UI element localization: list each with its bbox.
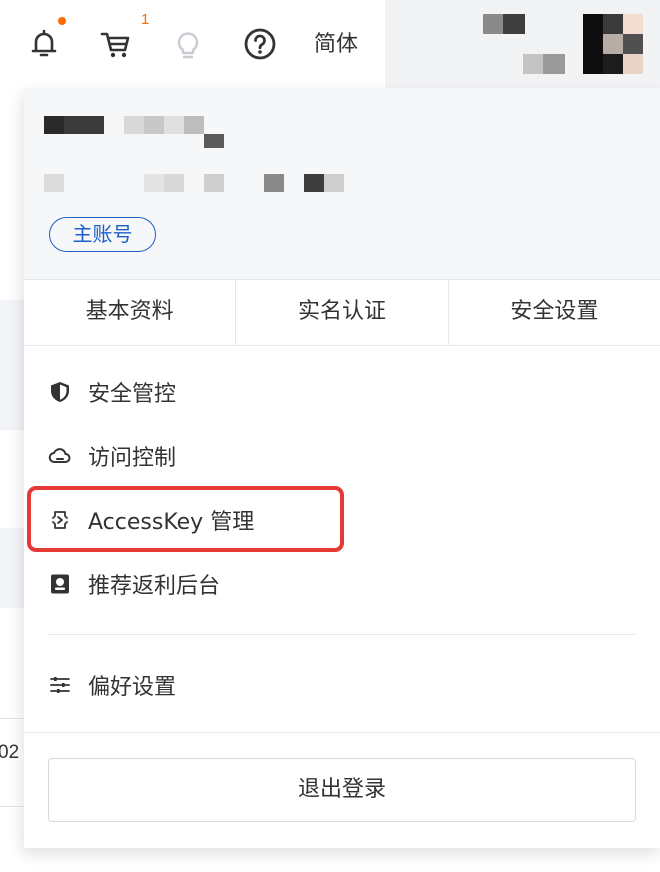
menu-item-label: 偏好设置 — [88, 675, 177, 700]
cart-count-badge: 1 — [141, 11, 150, 28]
lightbulb-icon — [177, 32, 199, 59]
account-tabs: 基本资料 实名认证 安全设置 — [24, 279, 660, 346]
language-switcher[interactable]: 简体 — [314, 30, 358, 60]
cloud-icon — [48, 444, 72, 468]
cart-icon — [100, 32, 130, 58]
background-text: 02 — [0, 742, 20, 763]
notification-button[interactable] — [24, 24, 64, 64]
cart-button[interactable] — [97, 24, 137, 64]
account-dropdown: 主账号 基本资料 实名认证 安全设置 安全管控 访问控制 AccessKey 管… — [24, 88, 660, 848]
sliders-icon — [48, 673, 72, 697]
notification-dot — [58, 17, 66, 25]
menu-divider — [48, 634, 636, 635]
badge-icon — [48, 572, 72, 596]
menu-item-security-control[interactable]: 安全管控 — [48, 372, 176, 412]
key-icon — [48, 508, 72, 532]
background-divider — [0, 718, 24, 719]
top-navigation-bar: 1 简体 — [0, 0, 385, 88]
menu-item-referral-backend[interactable]: 推荐返利后台 — [48, 564, 220, 604]
bell-icon — [31, 29, 57, 57]
tab-verification[interactable]: 实名认证 — [235, 280, 447, 345]
user-account-trigger[interactable] — [385, 0, 660, 88]
tab-security-settings[interactable]: 安全设置 — [447, 280, 660, 345]
background-panel — [0, 528, 24, 608]
background-divider — [0, 806, 24, 807]
help-button[interactable] — [240, 24, 280, 64]
main-account-badge: 主账号 — [49, 217, 156, 252]
menu-item-label: 推荐返利后台 — [88, 574, 221, 599]
menu-item-accesskey-management[interactable]: AccessKey 管理 — [48, 500, 254, 540]
menu-item-label: AccessKey 管理 — [88, 510, 255, 535]
background-panel — [0, 300, 24, 430]
tab-basic-info[interactable]: 基本资料 — [24, 280, 235, 345]
menu-item-access-control[interactable]: 访问控制 — [48, 436, 176, 476]
menu-item-label: 访问控制 — [88, 446, 177, 471]
help-icon — [244, 28, 276, 60]
shield-icon — [48, 380, 72, 404]
account-info-header: 主账号 — [24, 88, 660, 279]
footer-divider — [24, 732, 660, 733]
menu-item-label: 安全管控 — [88, 382, 177, 407]
menu-item-preferences[interactable]: 偏好设置 — [48, 665, 176, 705]
ideas-button[interactable] — [168, 24, 208, 64]
logout-button[interactable]: 退出登录 — [48, 758, 636, 822]
